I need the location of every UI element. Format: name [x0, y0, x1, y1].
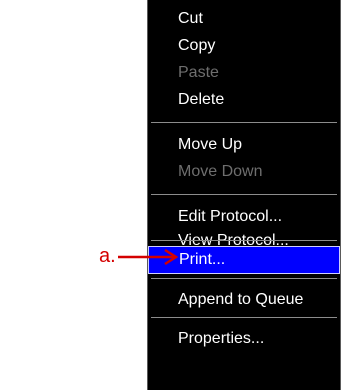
menu-item-move-down: Move Down — [178, 163, 263, 180]
menu-separator — [151, 122, 337, 123]
menu-item-cut[interactable]: Cut — [148, 5, 340, 33]
menu-item-properties[interactable]: Properties... — [148, 325, 340, 353]
menu-item-append-to-queue[interactable]: Append to Queue — [148, 286, 340, 314]
menu-separator — [151, 317, 337, 318]
menu-item-move-up[interactable]: Move Up — [148, 131, 340, 159]
menu-separator — [151, 278, 337, 279]
context-menu: Cut Copy Paste Delete Move Up Move Down … — [147, 0, 341, 390]
menu-separator — [151, 240, 337, 241]
annotation-label: a. — [99, 245, 116, 267]
menu-item-copy[interactable]: Copy — [148, 32, 340, 60]
menu-item-paste: Paste — [178, 64, 219, 81]
menu-item-delete[interactable]: Delete — [148, 86, 340, 114]
menu-item-print[interactable]: Print... — [148, 246, 340, 274]
menu-separator — [151, 194, 337, 195]
